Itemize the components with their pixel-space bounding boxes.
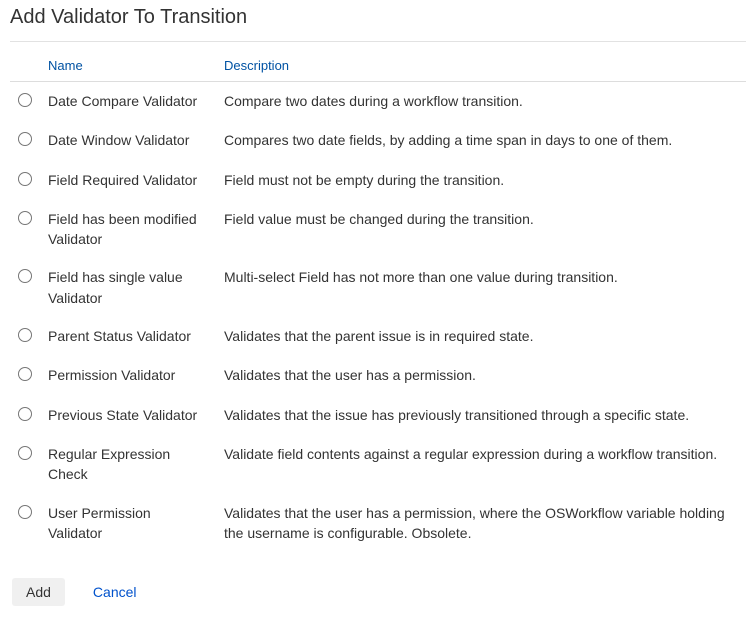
validator-name: Date Window Validator: [40, 121, 216, 160]
validator-radio[interactable]: [18, 172, 32, 186]
table-row: Date Window Validator Compares two date …: [10, 121, 746, 160]
add-button[interactable]: Add: [12, 578, 65, 606]
table-row: Date Compare Validator Compare two dates…: [10, 82, 746, 122]
validator-description: Multi-select Field has not more than one…: [216, 258, 746, 317]
validator-description: Validates that the user has a permission…: [216, 356, 746, 395]
validator-description: Validates that the user has a permission…: [216, 494, 746, 553]
validator-name: Previous State Validator: [40, 396, 216, 435]
table-row: Permission Validator Validates that the …: [10, 356, 746, 395]
validator-radio[interactable]: [18, 93, 32, 107]
validator-radio[interactable]: [18, 407, 32, 421]
validator-name: Parent Status Validator: [40, 317, 216, 356]
table-row: Previous State Validator Validates that …: [10, 396, 746, 435]
validator-name: Field has single value Validator: [40, 258, 216, 317]
validator-description: Validates that the issue has previously …: [216, 396, 746, 435]
table-row: Field has single value Validator Multi-s…: [10, 258, 746, 317]
validator-name: Regular Expression Check: [40, 435, 216, 494]
footer-actions: Add Cancel: [10, 578, 746, 606]
table-row: Regular Expression Check Validate field …: [10, 435, 746, 494]
validator-radio[interactable]: [18, 328, 32, 342]
validator-description: Field value must be changed during the t…: [216, 200, 746, 259]
validator-radio[interactable]: [18, 132, 32, 146]
validator-name: Field has been modified Validator: [40, 200, 216, 259]
table-row: Field has been modified Validator Field …: [10, 200, 746, 259]
cancel-link[interactable]: Cancel: [93, 584, 137, 600]
validator-description: Compare two dates during a workflow tran…: [216, 82, 746, 122]
validator-radio[interactable]: [18, 211, 32, 225]
validator-name: Field Required Validator: [40, 161, 216, 200]
validator-name: Permission Validator: [40, 356, 216, 395]
validator-description: Validates that the parent issue is in re…: [216, 317, 746, 356]
title-divider: [10, 41, 746, 42]
col-name-header: Name: [40, 52, 216, 82]
validator-radio[interactable]: [18, 367, 32, 381]
validator-description: Field must not be empty during the trans…: [216, 161, 746, 200]
validator-description: Validate field contents against a regula…: [216, 435, 746, 494]
col-radio-header: [10, 52, 40, 82]
validators-table: Name Description Date Compare Validator …: [10, 52, 746, 552]
validator-name: User Permission Validator: [40, 494, 216, 553]
table-row: Parent Status Validator Validates that t…: [10, 317, 746, 356]
validator-name: Date Compare Validator: [40, 82, 216, 122]
validator-radio[interactable]: [18, 446, 32, 460]
page-title: Add Validator To Transition: [10, 6, 746, 33]
validator-description: Compares two date fields, by adding a ti…: [216, 121, 746, 160]
table-row: Field Required Validator Field must not …: [10, 161, 746, 200]
validator-radio[interactable]: [18, 505, 32, 519]
validator-radio[interactable]: [18, 269, 32, 283]
col-description-header: Description: [216, 52, 746, 82]
table-row: User Permission Validator Validates that…: [10, 494, 746, 553]
